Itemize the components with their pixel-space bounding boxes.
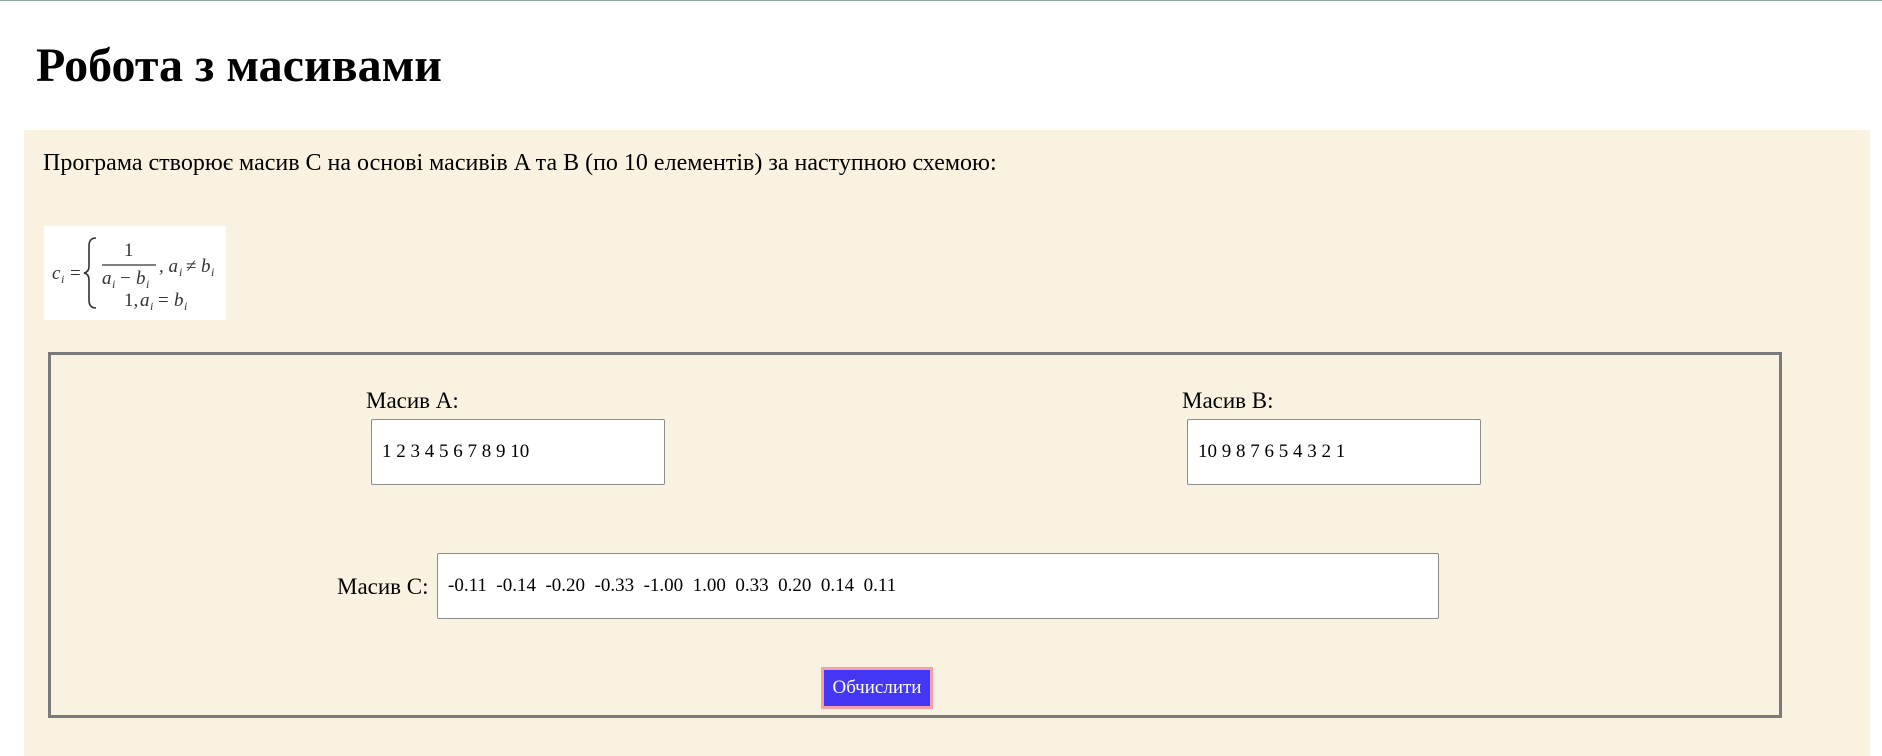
svg-text:i: i bbox=[150, 299, 153, 313]
svg-text:c: c bbox=[52, 263, 61, 284]
svg-text:b: b bbox=[136, 268, 146, 289]
svg-text:a: a bbox=[102, 268, 112, 289]
svg-text:≠: ≠ bbox=[186, 256, 196, 277]
svg-text:=: = bbox=[70, 263, 81, 284]
svg-text:i: i bbox=[211, 265, 214, 279]
svg-text:1,: 1, bbox=[124, 290, 138, 311]
array-c-label: Масив C: bbox=[337, 574, 429, 599]
fraction-numerator: 1 bbox=[124, 240, 134, 261]
svg-text:−: − bbox=[120, 268, 131, 289]
compute-button[interactable]: Обчислити bbox=[821, 667, 933, 709]
svg-text:=: = bbox=[158, 290, 169, 311]
svg-text:i: i bbox=[184, 299, 187, 313]
svg-text:b: b bbox=[201, 256, 211, 277]
array-a-label: Масив A: bbox=[366, 388, 459, 413]
svg-text:b: b bbox=[174, 290, 184, 311]
top-divider bbox=[0, 0, 1882, 1]
page-title: Робота з масивами bbox=[36, 39, 442, 92]
calculator-form: Масив A: Масив B: Масив C: Обчислити bbox=[48, 352, 1782, 718]
array-b-input[interactable] bbox=[1187, 419, 1481, 485]
content-panel: Програма створює масив C на основі масив… bbox=[24, 130, 1870, 756]
svg-text:i: i bbox=[61, 272, 64, 286]
svg-text:i: i bbox=[146, 277, 149, 291]
svg-text:a: a bbox=[140, 290, 150, 311]
svg-text:i: i bbox=[179, 265, 182, 279]
intro-text: Програма створює масив C на основі масив… bbox=[43, 150, 997, 176]
svg-text:, a: , a bbox=[159, 256, 178, 277]
svg-text:i: i bbox=[112, 277, 115, 291]
formula-image: c i = 1 a i − b i , a i ≠ b i 1, a i = b… bbox=[44, 226, 226, 320]
array-a-input[interactable] bbox=[371, 419, 665, 485]
array-b-label: Масив B: bbox=[1182, 388, 1274, 413]
array-c-output[interactable] bbox=[437, 553, 1439, 619]
